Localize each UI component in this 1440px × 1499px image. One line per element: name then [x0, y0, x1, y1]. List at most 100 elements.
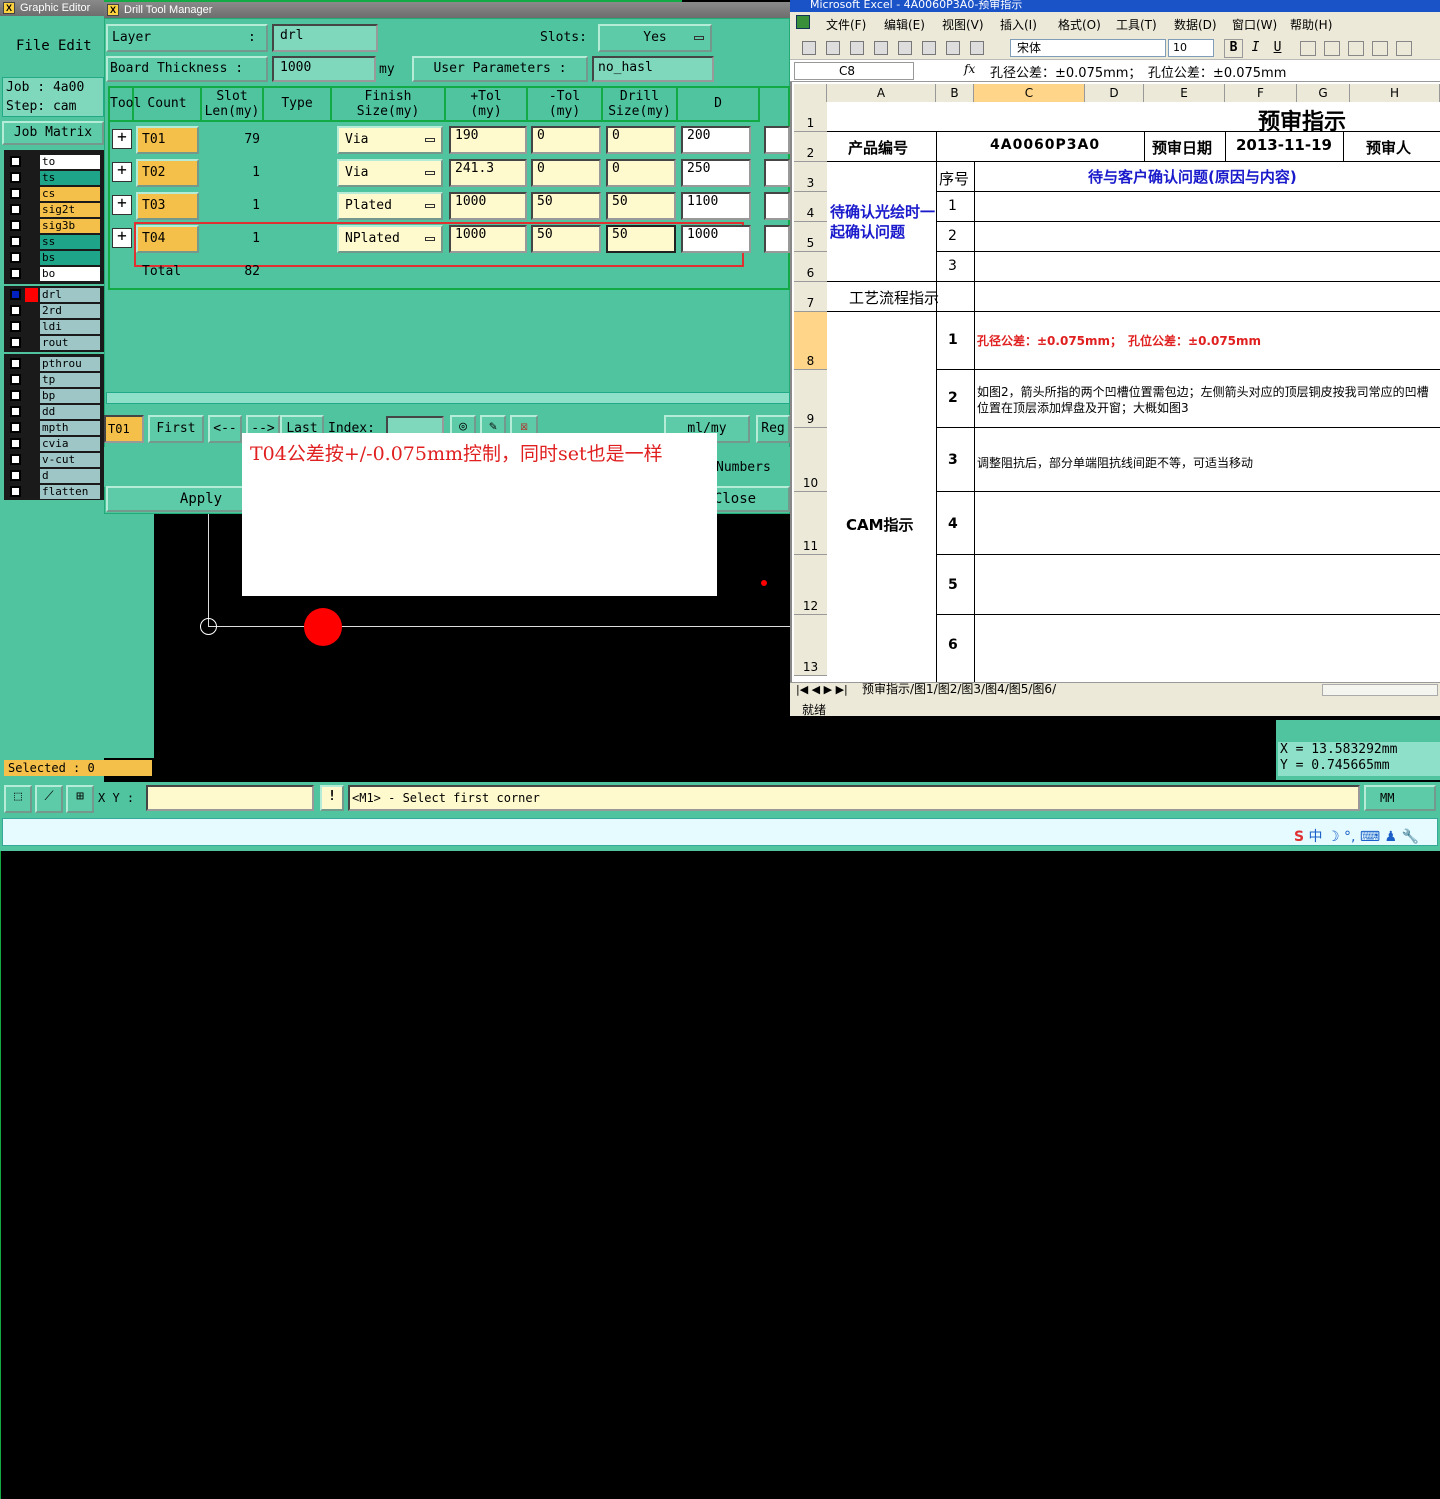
layer-checkbox[interactable] [10, 438, 21, 449]
layer-checkbox[interactable] [10, 252, 21, 263]
ptol-size-field[interactable]: 50 [531, 225, 601, 253]
tool-button-T04[interactable]: T04 [136, 225, 199, 253]
layer-checkbox[interactable] [10, 236, 21, 247]
excel-menu-6[interactable]: 数据(D) [1174, 16, 1217, 33]
layer-field[interactable]: drl [272, 24, 378, 52]
type-dropdown[interactable]: NPlated [337, 225, 443, 253]
layer-row-bs[interactable]: bs [10, 251, 100, 265]
ime-toolbar[interactable]: S 中 ☽ °, ⌨ ♟ 🔧 [1294, 826, 1419, 846]
expand-icon[interactable]: + [112, 162, 132, 182]
excel-menu-1[interactable]: 编辑(E) [884, 16, 925, 33]
layer-row-cvia[interactable]: cvia [10, 437, 100, 451]
row-header-10[interactable]: 10 [794, 428, 827, 492]
ptol-size-field[interactable]: 50 [531, 192, 601, 220]
ntol-size-field[interactable]: 50 [606, 225, 676, 253]
type-dropdown[interactable]: Via [337, 159, 443, 187]
row-header-6[interactable]: 6 [794, 252, 827, 282]
row-header-4[interactable]: 4 [794, 192, 827, 222]
d-field[interactable] [764, 159, 790, 187]
sheet-tabs[interactable]: 预审指示/图1/图2/图3/图4/图5/图6/ [862, 682, 1056, 697]
underline-button[interactable]: U [1268, 39, 1287, 58]
layer-checkbox[interactable] [10, 470, 21, 481]
italic-button[interactable]: I [1246, 39, 1265, 58]
finish-size-field[interactable]: 1000 [449, 192, 527, 220]
drill-size-field[interactable]: 1100 [681, 192, 751, 220]
toolbar-open-icon[interactable] [826, 41, 840, 55]
layer-row-sig2t[interactable]: sig2t [10, 203, 100, 217]
layer-row-ldi[interactable]: ldi [10, 320, 100, 334]
row-header-8[interactable]: 8 [794, 312, 827, 370]
font-name-box[interactable]: 宋体 [1010, 39, 1166, 57]
toolbar-print-preview-icon[interactable] [922, 41, 936, 55]
sheet-nav-icons[interactable]: |◀ ◀ ▶ ▶| [796, 682, 848, 697]
layer-checkbox[interactable] [10, 374, 21, 385]
row-header-7[interactable]: 7 [794, 282, 827, 312]
column-header-B[interactable]: B [936, 84, 974, 102]
drill-size-field[interactable]: 1000 [681, 225, 751, 253]
column-header-H[interactable]: H [1350, 84, 1440, 102]
layer-row-d[interactable]: d [10, 469, 100, 483]
layer-checkbox[interactable] [10, 172, 21, 183]
drill-size-field[interactable]: 200 [681, 126, 751, 154]
row-header-2[interactable]: 2 [794, 132, 827, 162]
layer-checkbox[interactable] [10, 390, 21, 401]
layer-checkbox[interactable] [10, 321, 21, 332]
type-dropdown[interactable]: Plated [337, 192, 443, 220]
sheet-hscroll[interactable] [1322, 684, 1438, 696]
bold-button[interactable]: B [1224, 39, 1243, 58]
select-all[interactable] [794, 84, 827, 102]
ntol-size-field[interactable]: 0 [606, 159, 676, 187]
row-header-1[interactable]: 1 [794, 102, 827, 132]
layer-checkbox[interactable] [10, 188, 21, 199]
job-matrix-button[interactable]: Job Matrix [2, 121, 104, 145]
layer-checkbox[interactable] [10, 454, 21, 465]
prev-button[interactable]: <-- [208, 415, 242, 443]
ntol-size-field[interactable]: 50 [606, 192, 676, 220]
layer-checkbox[interactable] [10, 337, 21, 348]
excel-menu-8[interactable]: 帮助(H) [1290, 16, 1332, 33]
layer-checkbox[interactable] [10, 268, 21, 279]
toolbar-align-left-icon[interactable] [1300, 41, 1316, 56]
layer-checkbox[interactable] [10, 289, 21, 300]
finish-size-field[interactable]: 1000 [449, 225, 527, 253]
toolbar-merge-icon[interactable] [1372, 41, 1388, 56]
row-header-5[interactable]: 5 [794, 222, 827, 252]
ptol-size-field[interactable]: 0 [531, 159, 601, 187]
board-thickness-field[interactable]: 1000 [272, 56, 376, 82]
d-field[interactable] [764, 126, 790, 154]
layer-checkbox[interactable] [10, 358, 21, 369]
layer-row-dd[interactable]: dd [10, 405, 100, 419]
layer-row-flatten[interactable]: flatten [10, 485, 100, 499]
layer-row-2rd[interactable]: 2rd [10, 304, 100, 318]
tool-button-T03[interactable]: T03 [136, 192, 199, 220]
column-header-E[interactable]: E [1144, 84, 1225, 102]
ptol-size-field[interactable]: 0 [531, 126, 601, 154]
measure-tool-icon[interactable]: ⟋ [35, 785, 63, 813]
column-header-C[interactable]: C [974, 84, 1085, 102]
column-header-A[interactable]: A [827, 84, 936, 102]
toolbar-save-icon[interactable] [850, 41, 864, 55]
alert-icon[interactable]: ! [320, 785, 344, 811]
layer-row-to[interactable]: to [10, 155, 100, 169]
layer-row-pthrou[interactable]: pthrou [10, 357, 100, 371]
expand-icon[interactable]: + [112, 228, 132, 248]
toolbar-fill-icon[interactable] [1396, 41, 1412, 56]
layer-checkbox[interactable] [10, 220, 21, 231]
layer-checkbox[interactable] [10, 204, 21, 215]
layer-row-drl[interactable]: drl [10, 288, 100, 302]
layer-checkbox[interactable] [10, 305, 21, 316]
finish-size-field[interactable]: 241.3 [449, 159, 527, 187]
layer-checkbox[interactable] [10, 486, 21, 497]
d-field[interactable] [764, 225, 790, 253]
toolbar-align-center-icon[interactable] [1324, 41, 1340, 56]
layer-checkbox[interactable] [10, 406, 21, 417]
finish-size-field[interactable]: 190 [449, 126, 527, 154]
toolbar-permission-icon[interactable] [874, 41, 888, 55]
layer-row-tp[interactable]: tp [10, 373, 100, 387]
zoom-tool-icon[interactable]: ⬚ [4, 785, 32, 813]
layer-row-v-cut[interactable]: v-cut [10, 453, 100, 467]
formula-content[interactable]: 孔径公差：±0.075mm； 孔位公差：±0.075mm [990, 62, 1286, 81]
layer-checkbox[interactable] [10, 422, 21, 433]
column-header-D[interactable]: D [1085, 84, 1144, 102]
font-size-box[interactable]: 10 [1168, 39, 1214, 57]
